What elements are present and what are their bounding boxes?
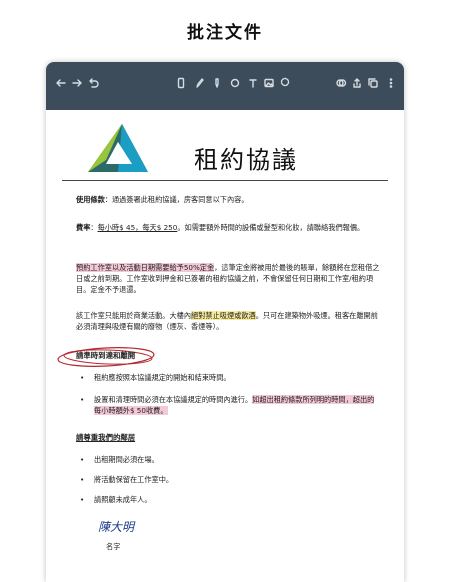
marker-icon[interactable] [210, 76, 224, 90]
document-page: 租約協議 使用條款：通過簽署此租約協議，房客同意以下內容。 費率：每小時$ 45… [46, 110, 404, 582]
deposit-terms: 預約工作室以及活動日期需要給予50%定金，這筆定金將被用於最後的賬單，餘額將在您… [76, 263, 380, 294]
undo-icon[interactable] [86, 76, 100, 90]
annotation-toolbar [46, 62, 404, 110]
usage-restrictions: 該工作室只能用於商業活動。大樓內絕對禁止吸煙或飲酒。只可在建築物外吸煙。租客在離… [76, 311, 378, 331]
eraser-icon[interactable] [228, 76, 242, 90]
more-icon[interactable] [384, 76, 398, 90]
section-punctuality: 請準時到達和離開 [76, 351, 136, 360]
fee-terms: 費率：每小時$ 45，每天$ 250。如需要額外時間的設備或髮型和化妝，請聯絡我… [76, 223, 365, 232]
pink-highlight: 預約工作室以及活動日期需要給予50%定金 [76, 263, 215, 272]
layers-icon[interactable] [334, 76, 348, 90]
handwritten-signature: 陳大明 [98, 520, 135, 534]
text-icon[interactable] [246, 76, 260, 90]
yellow-highlight: 絕對禁止吸煙或飲酒 [191, 311, 256, 320]
back-arrow-icon[interactable] [54, 76, 68, 90]
divider [62, 180, 388, 181]
section-neighbors: 請尊重我們的鄰居 [76, 433, 136, 442]
promo-title: 批注文件 [187, 23, 263, 43]
document-viewer: 租約協議 使用條款：通過簽署此租約協議，房客同意以下內容。 費率：每小時$ 45… [46, 62, 404, 582]
phone-icon[interactable] [174, 76, 188, 90]
forward-arrow-icon[interactable] [70, 76, 84, 90]
signature-label: 名字 [106, 542, 121, 551]
share-icon[interactable] [350, 76, 364, 90]
studio-logo [88, 124, 148, 172]
image-icon[interactable] [262, 76, 276, 90]
pen-icon[interactable] [192, 76, 206, 90]
usage-terms: 使用條款：通過簽署此租約協議，房客同意以下內容。 [76, 195, 249, 204]
copy-icon[interactable] [366, 76, 380, 90]
document-title: 租約協議 [194, 146, 298, 174]
lasso-icon[interactable] [278, 76, 292, 90]
